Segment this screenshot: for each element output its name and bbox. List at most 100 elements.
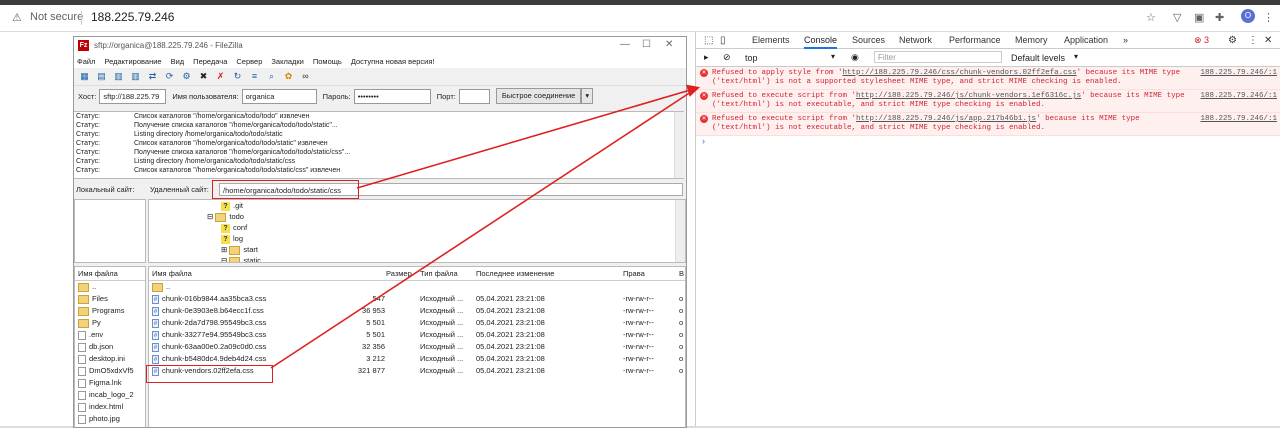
list-item[interactable]: .. bbox=[75, 281, 145, 293]
error-count-badge[interactable]: ⊗ 3 bbox=[1194, 35, 1209, 46]
star-icon[interactable]: ☆ bbox=[1146, 11, 1156, 24]
console-error-message[interactable]: ✕ Refused to apply style from 'http://188… bbox=[696, 67, 1280, 90]
table-row[interactable]: # chunk-63aa00e0.2a09c0d0.css 32 356 Исходн… bbox=[149, 341, 685, 353]
extension-square-icon[interactable]: ▣ bbox=[1194, 11, 1204, 24]
tab-sources[interactable]: Sources bbox=[852, 35, 885, 45]
reconnect-icon[interactable]: ↻ bbox=[231, 70, 244, 83]
table-row[interactable]: # chunk-016b9844.aa35bca3.css 547 Исходный … bbox=[149, 293, 685, 305]
process-queue-icon[interactable]: ⚙ bbox=[180, 70, 193, 83]
maximize-icon[interactable]: ☐ bbox=[642, 39, 651, 50]
tab-console[interactable]: Console bbox=[804, 35, 838, 49]
tab-network[interactable]: Network bbox=[899, 35, 932, 45]
local-name-column-header[interactable]: Имя файла bbox=[75, 267, 145, 281]
more-tabs-icon[interactable]: » bbox=[1123, 35, 1128, 45]
remote-directory-tree[interactable]: ? .git ⊟ todo ? conf ? log ⊞ start ⊟ static bbox=[148, 199, 686, 263]
search-icon[interactable]: ⌕ bbox=[265, 70, 278, 83]
list-item[interactable]: Files bbox=[75, 293, 145, 305]
col-owner[interactable]: В bbox=[679, 267, 684, 280]
console-error-message[interactable]: ✕ Refused to execute script from 'http://… bbox=[696, 90, 1280, 113]
list-item[interactable]: Py bbox=[75, 317, 145, 329]
transfer-queue-icon[interactable]: ⇄ bbox=[146, 70, 159, 83]
list-item[interactable]: index.html bbox=[75, 401, 145, 413]
col-modified[interactable]: Последнее изменение bbox=[476, 267, 554, 280]
error-source-link[interactable]: 188.225.79.246/:1 bbox=[1200, 92, 1277, 101]
list-item[interactable]: photo.jpg bbox=[75, 413, 145, 425]
list-item[interactable]: Programs bbox=[75, 305, 145, 317]
table-row[interactable]: # chunk-33277e94.95549bc3.css 5 501 Исходны… bbox=[149, 329, 685, 341]
eye-icon[interactable]: ◉ bbox=[851, 52, 859, 63]
toggle-remote-tree-icon[interactable]: ▥ bbox=[129, 70, 142, 83]
disconnect-icon[interactable]: ✗ bbox=[214, 70, 227, 83]
console-filter-input[interactable]: Filter bbox=[874, 51, 1002, 63]
console-prompt[interactable]: › bbox=[696, 136, 1280, 146]
list-item[interactable]: incab_logo_2 bbox=[75, 389, 145, 401]
quickconnect-dropdown-icon[interactable]: ▾ bbox=[581, 88, 594, 104]
log-scrollbar[interactable] bbox=[674, 112, 684, 178]
clear-console-icon[interactable]: ⊘ bbox=[723, 52, 731, 63]
error-resource-link[interactable]: http://188.225.79.246/js/chunk-vendors.1… bbox=[856, 92, 1081, 100]
toggle-local-tree-icon[interactable]: ▥ bbox=[112, 70, 125, 83]
tree-item-conf[interactable]: ? conf bbox=[221, 223, 247, 233]
sidebar-toggle-icon[interactable]: ▸ bbox=[704, 52, 709, 63]
security-label[interactable]: Not secure bbox=[30, 11, 83, 23]
table-row[interactable]: # chunk-b5480dc4.9deb4d24.css 3 212 Исходны… bbox=[149, 353, 685, 365]
quickconnect-button[interactable]: Быстрое соединение bbox=[495, 88, 582, 104]
menu-help[interactable]: Помощь bbox=[313, 55, 342, 68]
minimize-icon[interactable]: — bbox=[620, 39, 630, 50]
list-item[interactable]: desktop.ini bbox=[75, 353, 145, 365]
error-source-link[interactable]: 188.225.79.246/:1 bbox=[1200, 69, 1277, 78]
address-bar[interactable]: ⚠ Not secure 188.225.79.246 ☆ ▽ ▣ ✚ O ⋮ bbox=[0, 5, 1280, 32]
device-toolbar-icon[interactable]: ▯ bbox=[720, 35, 726, 46]
tab-application[interactable]: Application bbox=[1064, 35, 1108, 45]
col-name[interactable]: Имя файла bbox=[152, 267, 192, 280]
password-input[interactable]: •••••••• bbox=[353, 88, 431, 104]
kebab-menu-icon[interactable]: ⋮ bbox=[1248, 35, 1258, 46]
menu-view[interactable]: Вид bbox=[171, 55, 185, 68]
console-error-message[interactable]: ✕ Refused to execute script from 'http://… bbox=[696, 113, 1280, 136]
context-selector[interactable]: top bbox=[745, 53, 758, 63]
close-devtools-icon[interactable]: ✕ bbox=[1264, 35, 1272, 46]
col-size[interactable]: Размер bbox=[386, 267, 412, 280]
find-files-icon[interactable]: ∞ bbox=[299, 70, 312, 83]
error-resource-link[interactable]: http://188.225.79.246/js/app.217b46b1.js bbox=[856, 115, 1036, 123]
menu-dots-icon[interactable]: ⋮ bbox=[1263, 11, 1274, 24]
local-file-list[interactable]: Имя файла .. Files Programs Py .env db.json de… bbox=[74, 266, 146, 427]
puzzle-icon[interactable]: ✚ bbox=[1215, 11, 1224, 24]
close-icon[interactable]: ✕ bbox=[665, 39, 673, 50]
tab-memory[interactable]: Memory bbox=[1015, 35, 1048, 45]
tab-elements[interactable]: Elements bbox=[752, 35, 790, 45]
error-resource-link[interactable]: http://188.225.79.246/css/chunk-vendors.… bbox=[843, 69, 1077, 77]
url-text[interactable]: 188.225.79.246 bbox=[91, 10, 174, 24]
list-item[interactable]: DmO5xdxVf5 bbox=[75, 365, 145, 377]
refresh-icon[interactable]: ⟳ bbox=[163, 70, 176, 83]
remote-tree-scrollbar[interactable] bbox=[675, 200, 685, 262]
list-item[interactable]: db.json bbox=[75, 341, 145, 353]
extension-v-icon[interactable]: ▽ bbox=[1173, 11, 1181, 24]
table-row[interactable]: # chunk-2da7d798.95549bc3.css 5 501 Исходны… bbox=[149, 317, 685, 329]
local-directory-tree[interactable] bbox=[74, 199, 146, 263]
port-input[interactable] bbox=[458, 88, 490, 104]
site-manager-icon[interactable]: ▦ bbox=[78, 70, 91, 83]
tree-item-log[interactable]: ? log bbox=[221, 234, 243, 244]
table-row[interactable]: .. bbox=[149, 281, 685, 293]
error-source-link[interactable]: 188.225.79.246/:1 bbox=[1200, 115, 1277, 124]
filter-icon[interactable]: ≡ bbox=[248, 70, 261, 83]
menu-bookmarks[interactable]: Закладки bbox=[271, 55, 303, 68]
tree-item-git[interactable]: ? .git bbox=[221, 201, 243, 211]
remote-file-list[interactable]: Имя файла Размер Тип файла Последнее изм… bbox=[148, 266, 686, 427]
col-type[interactable]: Тип файла bbox=[420, 267, 458, 280]
avatar[interactable]: O bbox=[1241, 9, 1255, 23]
menu-file[interactable]: Файл bbox=[77, 55, 95, 68]
toggle-log-icon[interactable]: ▤ bbox=[95, 70, 108, 83]
message-log[interactable]: Статус: Список каталогов "/home/organica/… bbox=[74, 111, 684, 179]
menu-new-version[interactable]: Доступна новая версия! bbox=[351, 55, 435, 68]
log-levels-dropdown[interactable]: Default levels bbox=[1011, 53, 1065, 63]
table-row[interactable]: # chunk-0e3903e8.b64ecc1f.css 36 953 Исходн… bbox=[149, 305, 685, 317]
tab-performance[interactable]: Performance bbox=[949, 35, 1001, 45]
list-item[interactable]: Figma.lnk bbox=[75, 377, 145, 389]
host-input[interactable]: sftp://188.225.79 bbox=[99, 88, 167, 104]
list-item[interactable]: .env bbox=[75, 329, 145, 341]
menu-edit[interactable]: Редактирование bbox=[104, 55, 161, 68]
inspect-icon[interactable]: ⬚ bbox=[704, 35, 713, 46]
tree-item-start[interactable]: ⊞ start bbox=[221, 245, 258, 255]
